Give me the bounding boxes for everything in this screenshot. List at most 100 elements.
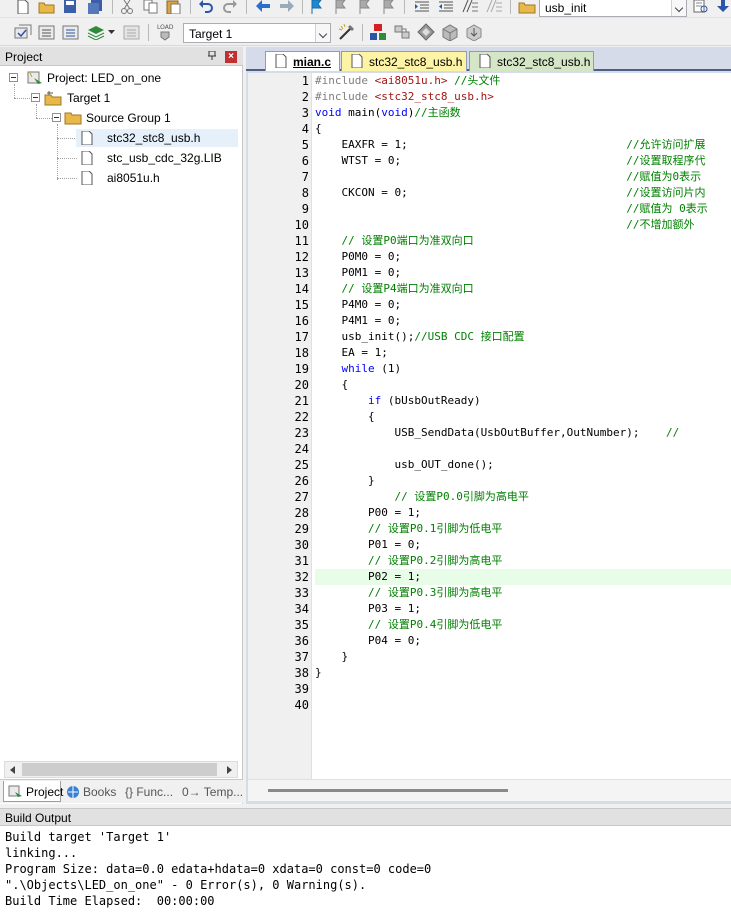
code-line[interactable]: // 设置P4端口为准双向口 [315, 281, 474, 297]
save-icon[interactable] [63, 0, 77, 14]
tab-functions[interactable]: {} Func... [120, 781, 178, 802]
code-line[interactable]: { [315, 121, 322, 137]
build-icon[interactable] [38, 24, 56, 40]
new-file-icon[interactable] [16, 0, 30, 14]
code-line[interactable]: { [315, 409, 375, 425]
scroll-thumb[interactable] [22, 763, 217, 776]
navigate-back-icon[interactable] [255, 0, 271, 14]
code-line[interactable]: //不增加额外 [315, 217, 694, 233]
collapse-icon[interactable] [9, 73, 18, 82]
code-line[interactable]: #include <ai8051u.h> //头文件 [315, 73, 500, 89]
code-line[interactable]: // 设置P0.1引脚为低电平 [315, 521, 502, 537]
project-horizontal-scrollbar[interactable] [4, 761, 238, 778]
tab-stc32-stc8-usb-h[interactable]: stc32_stc8_usb.h [341, 51, 467, 71]
build-output-panel[interactable]: Build target 'Target 1' linking... Progr… [0, 826, 731, 923]
code-line[interactable]: P03 = 1; [315, 601, 421, 617]
tab-mian-c[interactable]: mian.c [265, 51, 340, 71]
bookmark-icon[interactable] [310, 0, 324, 14]
batch-build-icon[interactable] [87, 24, 105, 40]
code-line[interactable]: CKCON = 0; //设置访问片内 [315, 185, 705, 201]
run-to-cursor-icon[interactable] [417, 23, 435, 41]
code-line[interactable]: #include <stc32_stc8_usb.h> [315, 89, 494, 105]
target-options-icon[interactable] [338, 23, 356, 41]
scroll-thumb[interactable] [268, 789, 508, 792]
code-line[interactable]: //赋值为 0表示 [315, 201, 708, 217]
redo-icon[interactable] [222, 0, 238, 14]
code-line[interactable]: usb_init();//USB CDC 接口配置 [315, 329, 524, 345]
code-line[interactable]: { [315, 377, 348, 393]
load-icon[interactable]: LOAD [155, 23, 175, 41]
code-line[interactable]: P4M0 = 0; [315, 297, 401, 313]
code-line[interactable]: //赋值为0表示 [315, 169, 701, 185]
indent-icon[interactable] [414, 0, 430, 14]
tree-item-target[interactable]: Target 1 [0, 89, 243, 107]
code-line[interactable]: } [315, 649, 348, 665]
comment-icon[interactable] [462, 0, 478, 14]
rebuild-icon[interactable] [62, 24, 80, 40]
code-line[interactable]: P01 = 0; [315, 537, 421, 553]
code-line[interactable]: // 设置P0.3引脚为高电平 [315, 585, 502, 601]
code-line[interactable]: // 设置P0端口为准双向口 [315, 233, 474, 249]
manage-components-icon[interactable] [369, 23, 387, 41]
find-icon[interactable] [693, 0, 709, 14]
code-line[interactable]: P4M1 = 0; [315, 313, 401, 329]
pin-icon[interactable] [208, 51, 216, 60]
tree-item-file[interactable]: stc32_stc8_usb.h [76, 129, 238, 147]
code-line[interactable]: if (bUsbOutReady) [315, 393, 481, 409]
code-line[interactable]: P02 = 1; [315, 569, 731, 585]
paste-icon[interactable] [166, 0, 182, 14]
code-line[interactable]: EA = 1; [315, 345, 387, 361]
translate-icon[interactable] [14, 24, 32, 40]
target-select[interactable]: Target 1 [183, 23, 331, 43]
stop-build-icon[interactable] [123, 24, 141, 40]
scroll-left-icon[interactable] [5, 762, 21, 777]
function-select[interactable]: usb_init [539, 0, 687, 17]
file-extensions-icon[interactable] [393, 23, 411, 41]
code-line[interactable]: P04 = 0; [315, 633, 421, 649]
software-packs-icon[interactable] [441, 23, 459, 41]
collapse-icon[interactable] [31, 93, 40, 102]
bookmark-next-icon[interactable] [358, 0, 372, 14]
code-line[interactable]: // 设置P0.0引脚为高电平 [315, 489, 528, 505]
editor-horizontal-scrollbar[interactable] [248, 779, 731, 801]
tree-item-source-group[interactable]: Source Group 1 [0, 109, 243, 127]
code-line[interactable]: P0M0 = 0; [315, 249, 401, 265]
close-icon[interactable]: × [225, 51, 237, 63]
batch-build-dropdown-icon[interactable] [108, 30, 115, 35]
tree-item-file[interactable]: ai8051u.h [76, 169, 238, 187]
tab-project[interactable]: Project [3, 781, 63, 802]
tree-item-project[interactable]: Project: LED_on_one [0, 69, 243, 87]
code-line[interactable]: while (1) [315, 361, 402, 377]
collapse-icon[interactable] [52, 113, 61, 122]
code-line[interactable]: P0M1 = 0; [315, 265, 401, 281]
cut-icon[interactable] [120, 0, 134, 14]
undo-icon[interactable] [198, 0, 214, 14]
code-line[interactable]: } [315, 473, 375, 489]
pack-installer-icon[interactable] [465, 23, 483, 41]
copy-icon[interactable] [143, 0, 159, 14]
chevron-down-icon[interactable] [671, 0, 686, 16]
tree-item-file[interactable]: stc_usb_cdc_32g.LIB [76, 149, 238, 167]
tab-books[interactable]: Books [62, 781, 118, 802]
code-line[interactable]: usb_OUT_done(); [315, 457, 493, 473]
bookmark-prev-icon[interactable] [334, 0, 348, 14]
code-line[interactable]: // 设置P0.4引脚为低电平 [315, 617, 502, 633]
tab-templates[interactable]: 0→ Temp... [178, 781, 243, 802]
find-in-files-icon[interactable] [518, 0, 536, 14]
open-folder-icon[interactable] [38, 0, 56, 14]
navigate-forward-icon[interactable] [279, 0, 295, 14]
code-line[interactable]: // 设置P0.2引脚为高电平 [315, 553, 502, 569]
scroll-right-icon[interactable] [221, 762, 237, 777]
code-line[interactable]: } [315, 665, 322, 681]
code-line[interactable]: EAXFR = 1; //允许访问扩展 [315, 137, 705, 153]
code-line[interactable]: USB_SendData(UsbOutBuffer,OutNumber); // [315, 425, 679, 441]
bookmark-clear-icon[interactable] [382, 0, 396, 14]
save-all-icon[interactable] [87, 0, 103, 14]
tab-stc32-stc8-usb-h-2[interactable]: stc32_stc8_usb.h [469, 51, 594, 71]
code-line[interactable]: void main(void)//主函数 [315, 105, 461, 121]
code-editor[interactable]: 1 2 3 4 5 6 7 8 9 10 11 12 13 14 15 16 17 18 19 20 21 22 23 24 2… [248, 73, 731, 779]
code-line[interactable]: WTST = 0; //设置取程序代 [315, 153, 705, 169]
chevron-down-icon[interactable] [315, 24, 330, 42]
uncomment-icon[interactable] [486, 0, 502, 14]
unindent-icon[interactable] [438, 0, 454, 14]
